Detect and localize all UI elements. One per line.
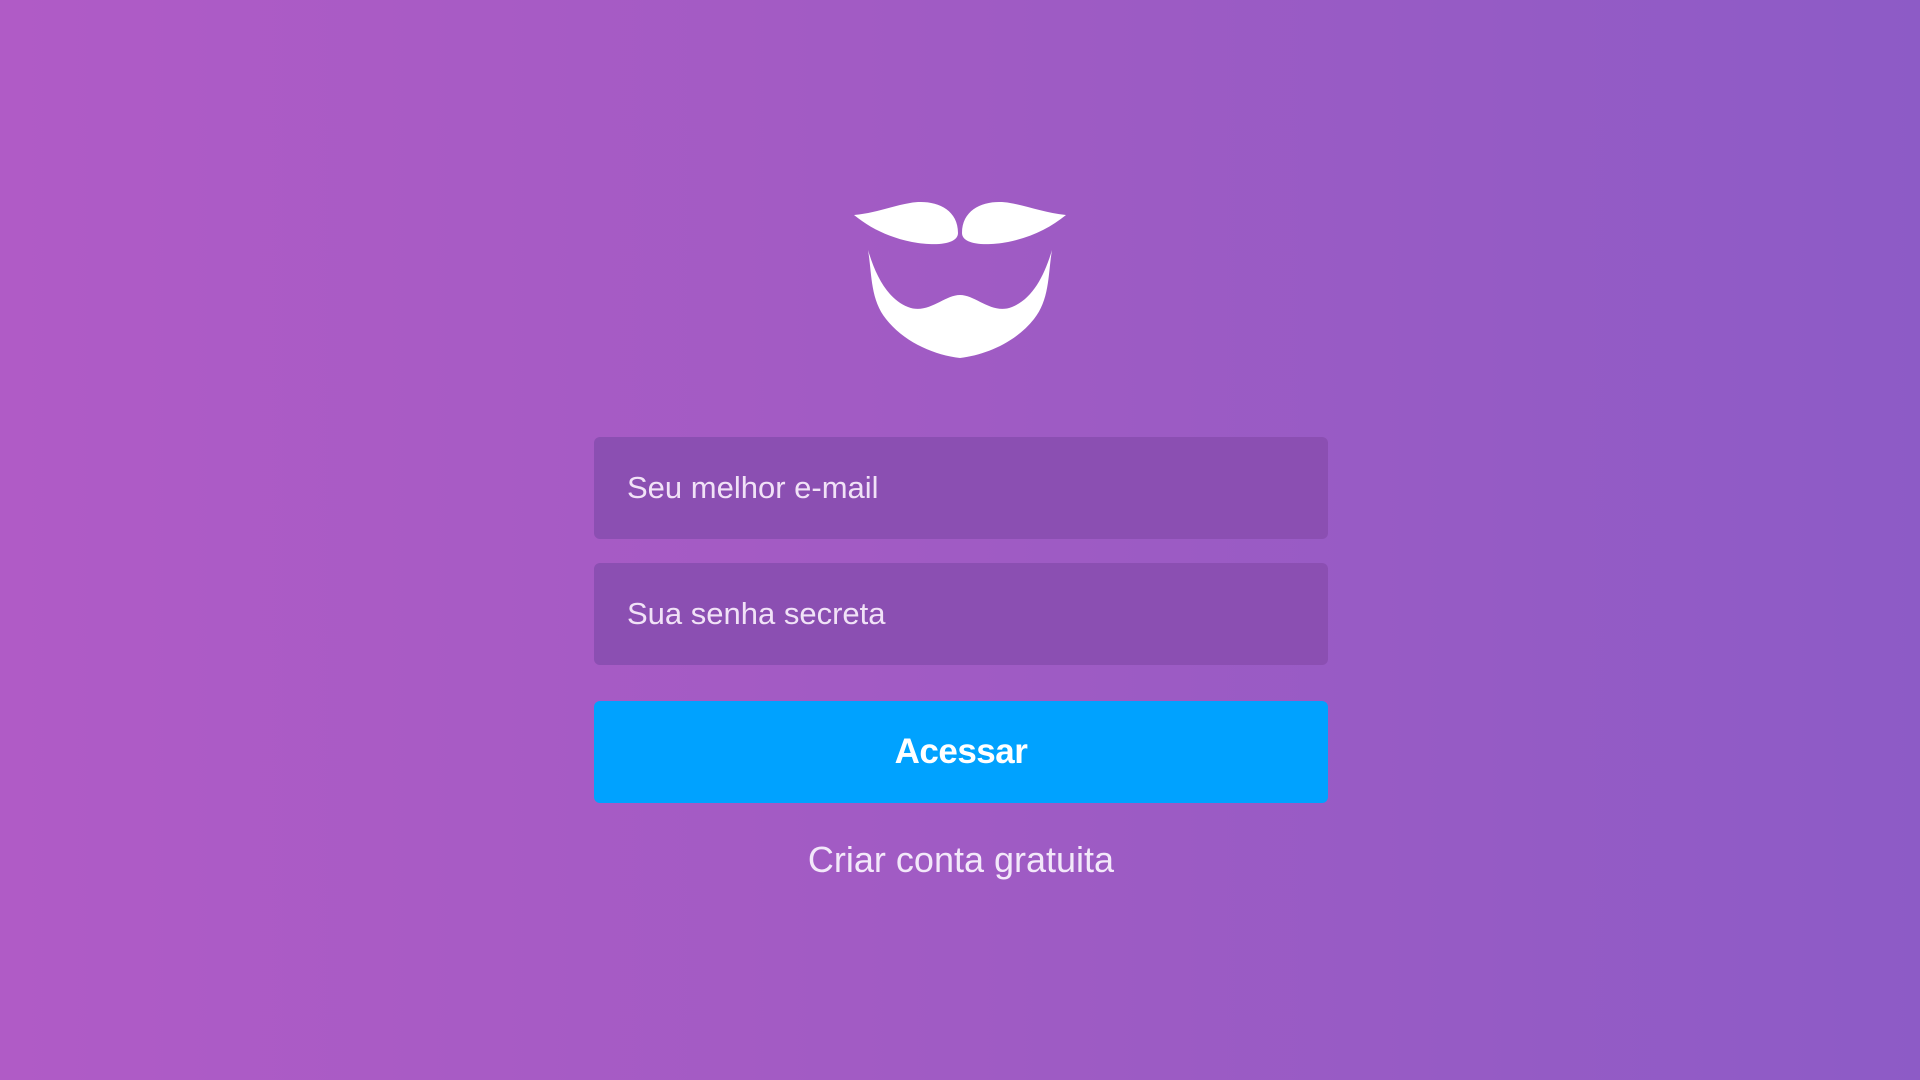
email-field[interactable]: [594, 437, 1328, 539]
mustache-beard-icon: [850, 195, 1070, 360]
login-button[interactable]: Acessar: [594, 701, 1328, 803]
create-account-link[interactable]: Criar conta gratuita: [594, 839, 1328, 881]
login-form: Acessar Criar conta gratuita: [594, 437, 1328, 881]
password-field[interactable]: [594, 563, 1328, 665]
